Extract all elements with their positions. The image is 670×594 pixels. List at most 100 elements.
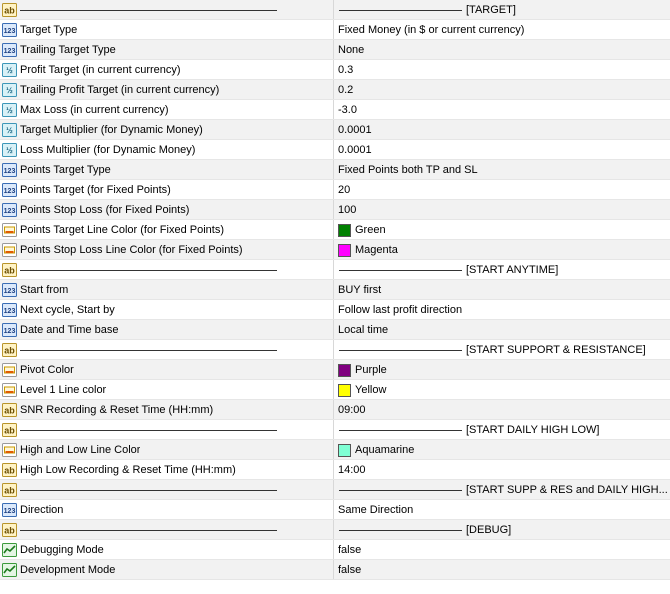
param-name-cell: 123 Target Type	[0, 20, 333, 40]
param-value-cell[interactable]: 0.2	[333, 80, 670, 100]
param-value-cell[interactable]: 100	[333, 200, 670, 220]
param-row[interactable]: 123 Direction Same Direction	[0, 500, 670, 520]
section-title: [START ANYTIME]	[466, 264, 559, 276]
param-value: false	[338, 544, 362, 556]
param-value-cell[interactable]: Yellow	[333, 380, 670, 400]
svg-text:½: ½	[6, 106, 13, 115]
param-value-cell[interactable]: [START DAILY HIGH LOW]	[333, 420, 670, 440]
param-label: Target Type	[20, 24, 78, 36]
svg-text:123: 123	[4, 48, 16, 55]
svg-text:ab: ab	[4, 266, 15, 276]
param-value-cell[interactable]: Fixed Points both TP and SL	[333, 160, 670, 180]
param-row[interactable]: 123 Next cycle, Start by Follow last prof…	[0, 300, 670, 320]
param-row[interactable]: 123 Points Target Type Fixed Points both …	[0, 160, 670, 180]
integer-type-icon: 123	[2, 503, 17, 517]
param-row[interactable]: 123 Points Stop Loss (for Fixed Points) 1…	[0, 200, 670, 220]
param-row[interactable]: 123 Points Target (for Fixed Points) 20	[0, 180, 670, 200]
separator-row[interactable]: ab [START SUPPORT & RESISTANCE]	[0, 340, 670, 360]
param-name-cell: 123 Direction	[0, 500, 333, 520]
param-value-cell[interactable]: 0.0001	[333, 140, 670, 160]
decimal-type-icon: ½	[2, 63, 17, 77]
param-value: 0.2	[338, 84, 354, 96]
param-label: High Low Recording & Reset Time (HH:mm)	[20, 464, 236, 476]
decimal-type-icon: ½	[2, 143, 17, 157]
param-name-cell: ½ Profit Target (in current currency)	[0, 60, 333, 80]
text-type-icon: ab	[2, 263, 17, 277]
param-row[interactable]: Points Stop Loss Line Color (for Fixed P…	[0, 240, 670, 260]
param-value-cell[interactable]: BUY first	[333, 280, 670, 300]
param-row[interactable]: ab High Low Recording & Reset Time (HH:mm…	[0, 460, 670, 480]
param-value: 0.3	[338, 64, 354, 76]
param-row[interactable]: ½ Profit Target (in current currency) 0.3	[0, 60, 670, 80]
svg-text:ab: ab	[4, 426, 15, 436]
text-type-icon: ab	[2, 3, 17, 17]
param-row[interactable]: High and Low Line Color Aquamarine	[0, 440, 670, 460]
param-name-cell: Points Target Line Color (for Fixed Poin…	[0, 220, 333, 240]
svg-text:123: 123	[4, 508, 16, 515]
param-value-cell[interactable]: 0.0001	[333, 120, 670, 140]
param-value: Green	[355, 224, 386, 236]
separator-row[interactable]: ab [TARGET]	[0, 0, 670, 20]
param-value-cell[interactable]: [START SUPPORT & RESISTANCE]	[333, 340, 670, 360]
param-row[interactable]: Development Mode false	[0, 560, 670, 580]
param-name-cell: Development Mode	[0, 560, 333, 580]
svg-text:ab: ab	[4, 466, 15, 476]
separator-line	[339, 9, 462, 11]
param-row[interactable]: 123 Trailing Target Type None	[0, 40, 670, 60]
param-name-cell: ab High Low Recording & Reset Time (HH:mm…	[0, 460, 333, 480]
param-value: -3.0	[338, 104, 357, 116]
param-value-cell[interactable]: Same Direction	[333, 500, 670, 520]
section-title: [TARGET]	[466, 4, 516, 16]
param-value-cell[interactable]: Magenta	[333, 240, 670, 260]
param-value-cell[interactable]: -3.0	[333, 100, 670, 120]
param-value-cell[interactable]: [START SUPP & RES and DAILY HIGH...	[333, 480, 670, 500]
color-type-icon	[2, 443, 17, 457]
text-type-icon: ab	[2, 423, 17, 437]
param-value-cell[interactable]: [START ANYTIME]	[333, 260, 670, 280]
svg-text:123: 123	[4, 28, 16, 35]
param-value-cell[interactable]: Fixed Money (in $ or current currency)	[333, 20, 670, 40]
param-name-cell: Level 1 Line color	[0, 380, 333, 400]
param-label: Debugging Mode	[20, 544, 104, 556]
param-row[interactable]: 123 Date and Time base Local time	[0, 320, 670, 340]
color-swatch	[338, 363, 351, 377]
param-value-cell[interactable]: 0.3	[333, 60, 670, 80]
integer-type-icon: 123	[2, 163, 17, 177]
separator-row[interactable]: ab [START ANYTIME]	[0, 260, 670, 280]
param-value-cell[interactable]: [DEBUG]	[333, 520, 670, 540]
param-value-cell[interactable]: Purple	[333, 360, 670, 380]
param-value-cell[interactable]: 20	[333, 180, 670, 200]
param-value-cell[interactable]: 09:00	[333, 400, 670, 420]
param-label: Trailing Target Type	[20, 44, 116, 56]
svg-text:½: ½	[6, 146, 13, 155]
param-row[interactable]: Pivot Color Purple	[0, 360, 670, 380]
param-row[interactable]: Level 1 Line color Yellow	[0, 380, 670, 400]
param-name-cell: ab	[0, 260, 333, 280]
param-row[interactable]: ½ Max Loss (in current currency) -3.0	[0, 100, 670, 120]
svg-text:ab: ab	[4, 346, 15, 356]
separator-row[interactable]: ab [START SUPP & RES and DAILY HIGH...	[0, 480, 670, 500]
param-row[interactable]: ½ Target Multiplier (for Dynamic Money) 0…	[0, 120, 670, 140]
param-value-cell[interactable]: 14:00	[333, 460, 670, 480]
param-row[interactable]: ½ Loss Multiplier (for Dynamic Money) 0.0…	[0, 140, 670, 160]
svg-text:ab: ab	[4, 406, 15, 416]
param-value: Same Direction	[338, 504, 414, 516]
param-row[interactable]: Debugging Mode false	[0, 540, 670, 560]
param-value-cell[interactable]: Aquamarine	[333, 440, 670, 460]
param-value-cell[interactable]: [TARGET]	[333, 0, 670, 20]
param-value-cell[interactable]: Green	[333, 220, 670, 240]
section-title: [START SUPP & RES and DAILY HIGH...	[466, 484, 668, 496]
param-row[interactable]: ½ Trailing Profit Target (in current curr…	[0, 80, 670, 100]
param-row[interactable]: ab SNR Recording & Reset Time (HH:mm) 09:…	[0, 400, 670, 420]
separator-row[interactable]: ab [START DAILY HIGH LOW]	[0, 420, 670, 440]
param-value-cell[interactable]: false	[333, 560, 670, 580]
param-row[interactable]: 123 Start from BUY first	[0, 280, 670, 300]
param-row[interactable]: Points Target Line Color (for Fixed Poin…	[0, 220, 670, 240]
separator-row[interactable]: ab [DEBUG]	[0, 520, 670, 540]
param-value-cell[interactable]: false	[333, 540, 670, 560]
param-row[interactable]: 123 Target Type Fixed Money (in $ or curr…	[0, 20, 670, 40]
boolean-type-icon	[2, 563, 17, 577]
param-value-cell[interactable]: None	[333, 40, 670, 60]
param-value-cell[interactable]: Local time	[333, 320, 670, 340]
param-value-cell[interactable]: Follow last profit direction	[333, 300, 670, 320]
